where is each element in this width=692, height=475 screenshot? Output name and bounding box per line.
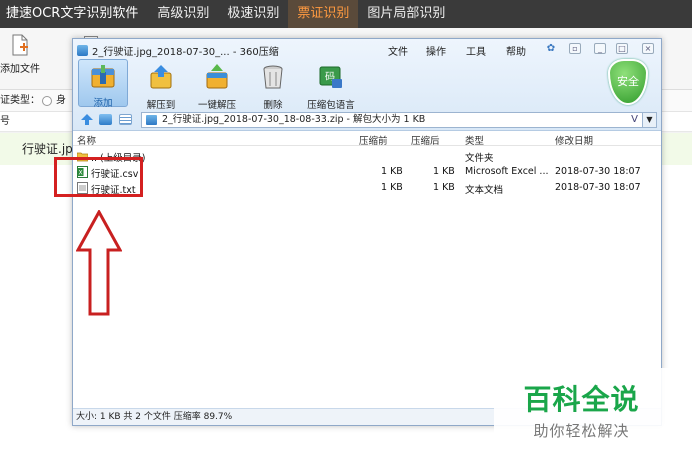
add-file-button[interactable]: 添加文件 [0,34,40,75]
security-badge: 安全 [617,75,639,88]
window-title: 2_行驶证.jpg_2018-07-30_... - 360压缩 [92,47,279,58]
archive-app-icon [77,45,88,56]
column-number-label: 号 [0,116,10,127]
ocr-top-bar: 捷速OCR文字识别软件 高级识别 极速识别 票证识别 图片局部识别 [0,0,692,28]
up-arrow-annotation [76,210,122,316]
app-brand: 捷速OCR文字识别软件 [6,6,139,21]
extract-to-icon [147,63,175,91]
tab-partial-image-recognition[interactable]: 图片局部识别 [358,0,454,28]
security-shield-icon[interactable]: 安全 [608,59,648,105]
close-icon[interactable]: × [642,43,654,54]
path-field[interactable]: 2_行驶证.jpg_2018-07-30_18-08-33.zip - 解包大小… [141,112,657,128]
one-click-extract-icon [203,63,231,91]
delete-button[interactable]: 删除 [243,63,303,111]
view-icon[interactable] [99,114,112,125]
list-item[interactable]: 行驶证.txt 1 KB 1 KB 文本文档 2018-07-30 18:07 [73,180,661,196]
add-button[interactable]: 添加 [78,59,128,109]
minimize-icon[interactable]: _ [594,43,606,54]
file-type: 文件夹 [465,153,494,164]
menu-file[interactable]: 文件 [388,43,408,58]
zip-file-icon [146,115,157,125]
size-before: 1 KB [381,166,403,177]
one-click-extract-button[interactable]: 一键解压 [187,63,247,111]
menu-help[interactable]: 帮助 [506,43,526,58]
menu-tools[interactable]: 工具 [466,43,486,58]
column-type[interactable]: 类型 [465,133,484,147]
address-bar: 2_行驶证.jpg_2018-07-30_18-08-33.zip - 解包大小… [73,110,661,130]
file-type: Microsoft Excel ... [465,166,549,177]
archive-header: 2_行驶证.jpg_2018-07-30_... - 360压缩 文件 操作 工… [73,39,661,131]
highlight-box [54,157,143,197]
modified-date: 2018-07-30 18:07 [555,166,641,177]
add-file-label: 添加文件 [0,64,40,75]
watermark-title: 百科全说 [523,383,640,416]
delete-label: 删除 [263,100,283,111]
cert-type-label: 证类型： [0,95,40,106]
column-name[interactable]: 名称 [77,133,96,147]
add-archive-icon [89,63,117,91]
file-list: 名称 压缩前 压缩后 类型 修改日期 .. (上级目录) 文件夹 X 行驶证.c… [73,132,661,408]
tab-ticket-recognition[interactable]: 票证识别 [288,0,359,28]
extract-to-label: 解压到 [146,100,176,111]
feedback-icon[interactable]: ▫ [569,43,581,54]
cert-type-radio[interactable] [42,96,52,106]
extract-to-button[interactable]: 解压到 [131,63,191,111]
file-list-header: 名称 压缩前 压缩后 类型 修改日期 [73,132,661,147]
archive-language-label: 压缩包语言 [307,100,355,111]
watermark: 百科全说 助你轻松解决 [494,368,669,452]
archive-language-button[interactable]: 码 压缩包语言 [301,63,361,111]
file-type: 文本文档 [465,185,504,196]
tab-fast-recognition[interactable]: 极速识别 [218,0,288,28]
cert-type-radio-label: 身 [56,95,66,106]
column-size-before[interactable]: 压缩前 [359,133,388,147]
up-arrow-icon[interactable] [81,114,93,125]
delete-icon [259,63,287,91]
list-item[interactable]: X 行驶证.csv 1 KB 1 KB Microsoft Excel ... … [73,164,661,180]
column-size-after[interactable]: 压缩后 [411,133,440,147]
list-item[interactable]: .. (上级目录) 文件夹 [73,148,661,164]
size-before: 1 KB [381,182,403,193]
path-text: 2_行驶证.jpg_2018-07-30_18-08-33.zip - 解包大小… [162,114,426,125]
tab-advanced-recognition[interactable]: 高级识别 [148,0,218,28]
size-after: 1 KB [433,166,455,177]
menu-operate[interactable]: 操作 [426,43,446,58]
maximize-icon[interactable]: □ [616,43,628,54]
archive-language-icon: 码 [317,63,345,91]
size-after: 1 KB [433,182,455,193]
modified-date: 2018-07-30 18:07 [555,182,641,193]
column-modified-date[interactable]: 修改日期 [555,133,593,147]
add-label: 添加 [93,98,113,109]
list-view-icon[interactable] [119,114,132,125]
skin-icon[interactable]: ✿ [545,43,557,54]
add-file-icon [11,34,29,56]
chevron-down-icon[interactable]: ▼ [642,113,656,127]
path-v-mark: V [631,114,638,125]
one-click-extract-label: 一键解压 [197,100,236,111]
watermark-subtitle: 助你轻松解决 [533,422,630,440]
